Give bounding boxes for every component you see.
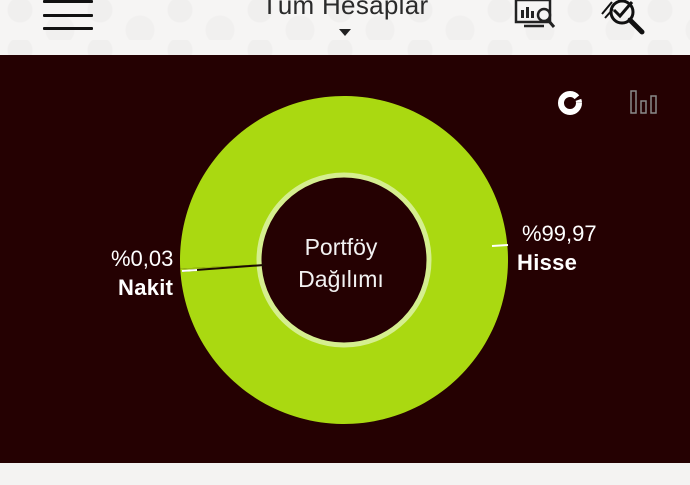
menu-button[interactable] [43, 0, 95, 34]
magnifier-check-icon [601, 0, 645, 35]
top-bar: Tüm Hesaplar [0, 0, 690, 55]
nakit-tick [181, 269, 198, 272]
analysis-button[interactable] [600, 0, 648, 36]
center-label-line2: Dağılımı [298, 266, 384, 292]
bar-chart-icon [630, 90, 657, 114]
market-screen-button[interactable] [514, 0, 556, 32]
menu-line [43, 14, 93, 17]
donut-view-button[interactable] [556, 89, 584, 117]
hisse-category-label: Hisse [517, 250, 578, 275]
chart-monitor-search-icon [514, 0, 556, 28]
center-label-line1: Portföy [304, 234, 378, 260]
chevron-down-icon [339, 29, 351, 36]
donut-center-label: Portföy Dağılımı [263, 231, 419, 295]
nakit-category-label: Nakit [118, 275, 174, 300]
menu-line [43, 27, 93, 30]
bar-view-button[interactable] [629, 89, 659, 115]
hisse-percent-label: %99,97 [522, 221, 597, 246]
bottom-strip [0, 463, 690, 485]
account-selector[interactable]: Tüm Hesaplar [240, 0, 450, 42]
donut-chart-icon [558, 91, 582, 115]
account-selector-label: Tüm Hesaplar [261, 0, 429, 20]
nakit-percent-label: %0,03 [111, 246, 174, 271]
menu-line [43, 0, 93, 3]
hisse-leader-line [491, 244, 509, 247]
